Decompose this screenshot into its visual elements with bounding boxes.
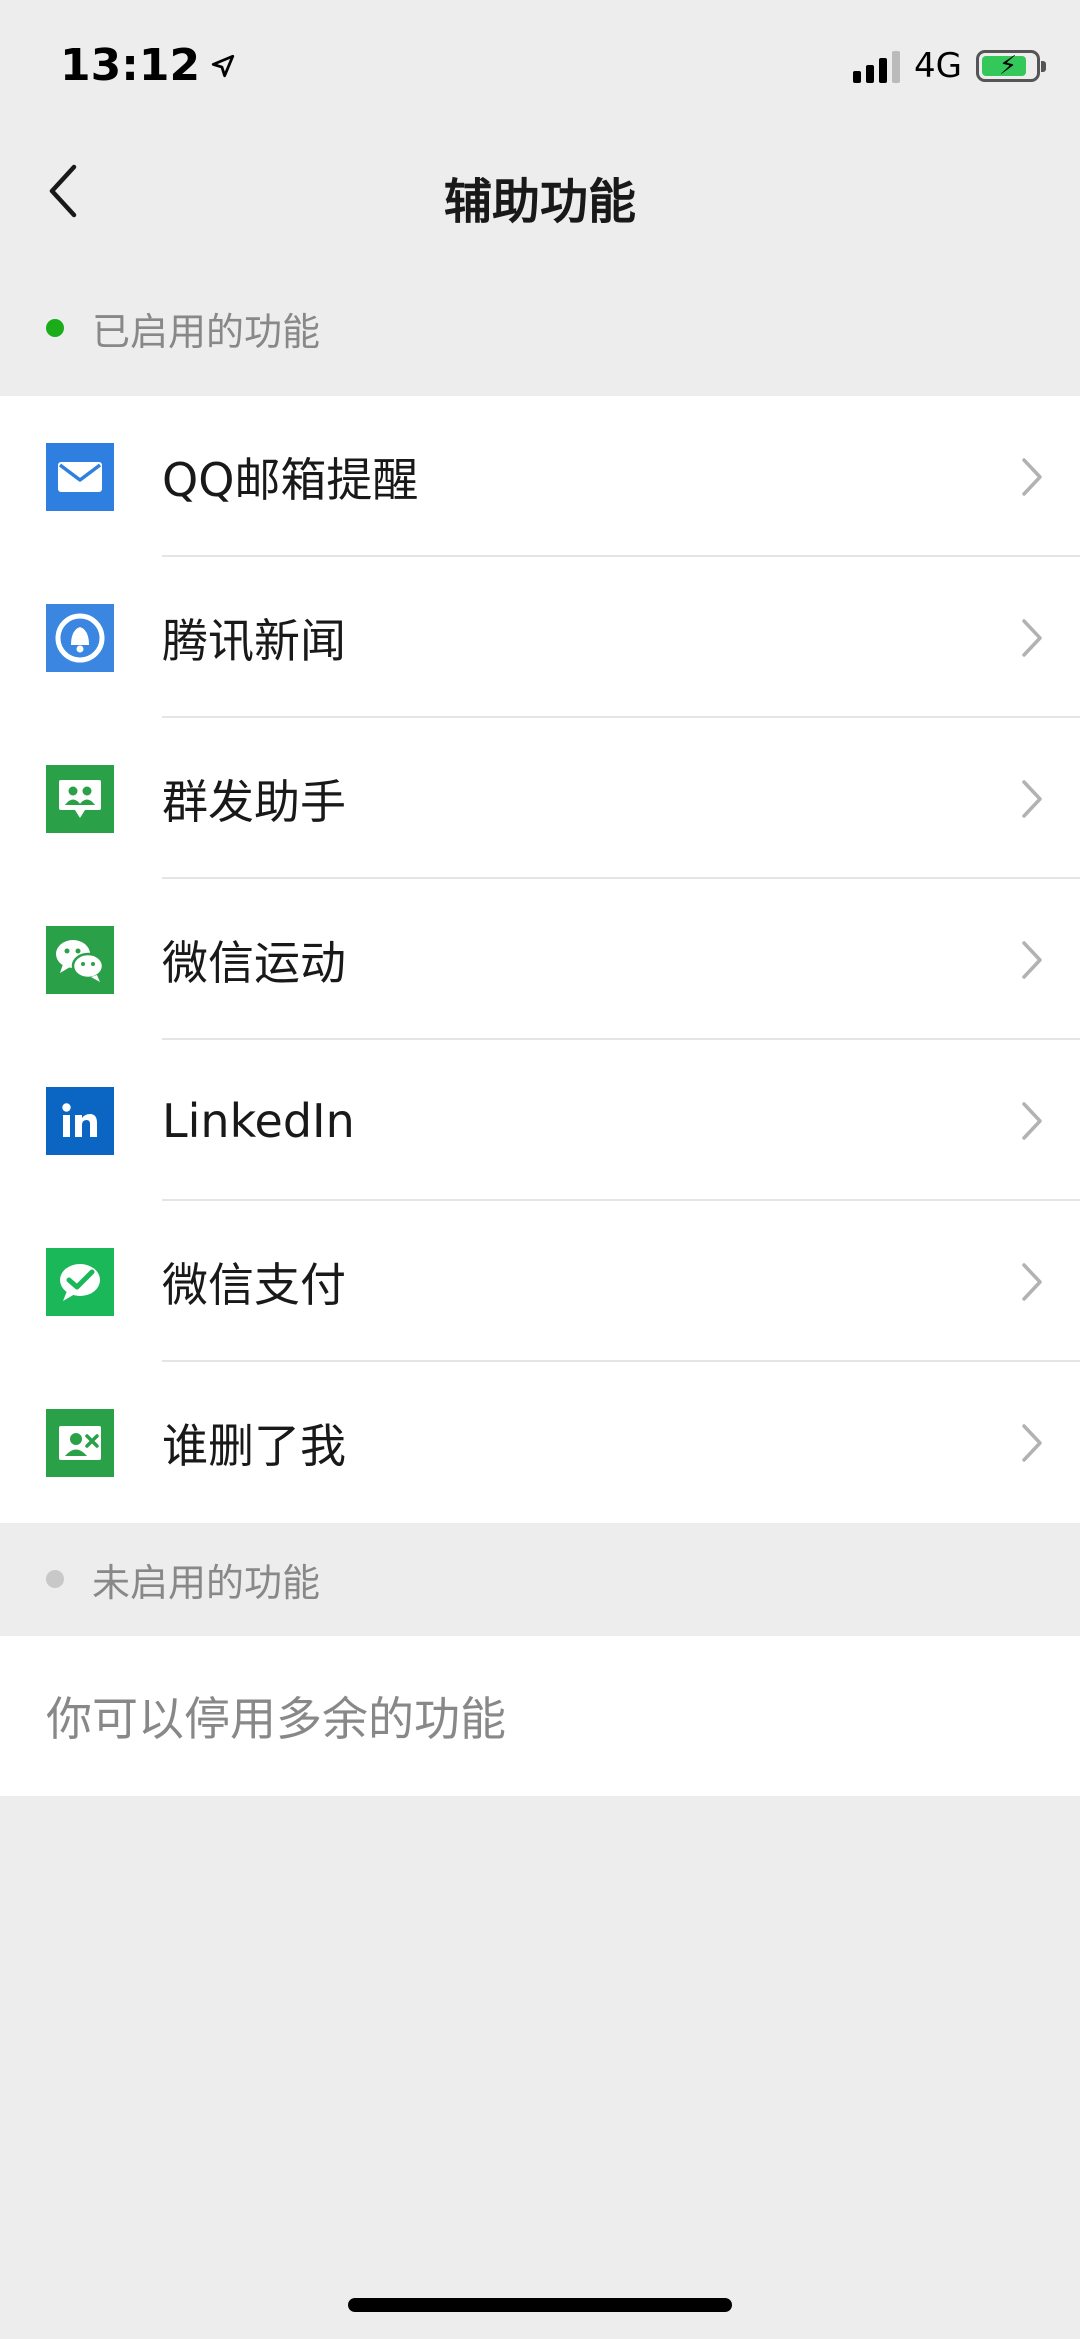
feature-item-tencent-news[interactable]: 腾讯新闻	[0, 557, 1080, 718]
enabled-section-header: 已启用的功能	[0, 290, 1080, 366]
feature-label: 群发助手	[162, 774, 346, 829]
group-message-icon	[46, 764, 114, 833]
news-bell-icon	[46, 603, 114, 672]
cellular-signal-icon	[853, 49, 901, 83]
location-arrow-icon	[211, 54, 235, 77]
status-indicators: 4G ⚡	[853, 46, 1046, 86]
enabled-features-list: QQ邮箱提醒 腾讯新闻 群发助手 微信运动 LinkedIn 微信支付 谁删了我	[0, 396, 1080, 1523]
mail-icon	[46, 442, 114, 511]
chevron-right-icon	[1012, 1419, 1052, 1467]
feature-label: QQ邮箱提醒	[162, 452, 419, 507]
chevron-right-icon	[1012, 614, 1052, 662]
wechat-chat-icon	[46, 925, 114, 994]
chevron-right-icon	[1012, 1258, 1052, 1306]
contact-card-icon	[46, 1408, 114, 1477]
feature-item-linkedin[interactable]: LinkedIn	[0, 1040, 1080, 1201]
status-time: 13:12	[60, 40, 236, 91]
feature-item-wechat-sports[interactable]: 微信运动	[0, 879, 1080, 1040]
feature-label: LinkedIn	[162, 1093, 355, 1148]
status-time-text: 13:12	[60, 40, 201, 91]
feature-item-wechat-pay[interactable]: 微信支付	[0, 1201, 1080, 1362]
feature-label: 谁删了我	[162, 1418, 346, 1473]
battery-icon: ⚡	[976, 50, 1046, 82]
feature-item-broadcast-helper[interactable]: 群发助手	[0, 718, 1080, 879]
page-title: 辅助功能	[443, 174, 636, 230]
wechat-pay-icon	[46, 1247, 114, 1316]
navigation-bar: 辅助功能	[0, 130, 1080, 250]
feature-label: 腾讯新闻	[162, 613, 346, 668]
charging-bolt-icon: ⚡	[998, 51, 1018, 81]
network-type: 4G	[914, 46, 962, 86]
chevron-right-icon	[1012, 1097, 1052, 1145]
disabled-features-hint: 你可以停用多余的功能	[46, 1692, 506, 1746]
chevron-right-icon	[1012, 775, 1052, 823]
disabled-section-header: 未启用的功能	[0, 1541, 1080, 1617]
feature-label: 微信支付	[162, 1257, 346, 1312]
chevron-right-icon	[1012, 453, 1052, 501]
enabled-status-dot	[46, 319, 64, 337]
feature-item-who-deleted-me[interactable]: 谁删了我	[0, 1362, 1080, 1523]
disabled-features-list: 你可以停用多余的功能	[0, 1636, 1080, 1796]
disabled-section-label: 未启用的功能	[92, 1560, 321, 1605]
feature-label: 微信运动	[162, 935, 346, 990]
feature-item-qq-mail[interactable]: QQ邮箱提醒	[0, 396, 1080, 557]
enabled-section-label: 已启用的功能	[92, 309, 321, 354]
linkedin-icon	[46, 1086, 114, 1155]
disabled-status-dot	[46, 1570, 64, 1588]
home-indicator[interactable]	[348, 2298, 732, 2312]
status-bar: 13:12 4G ⚡	[0, 0, 1080, 130]
chevron-right-icon	[1012, 936, 1052, 984]
